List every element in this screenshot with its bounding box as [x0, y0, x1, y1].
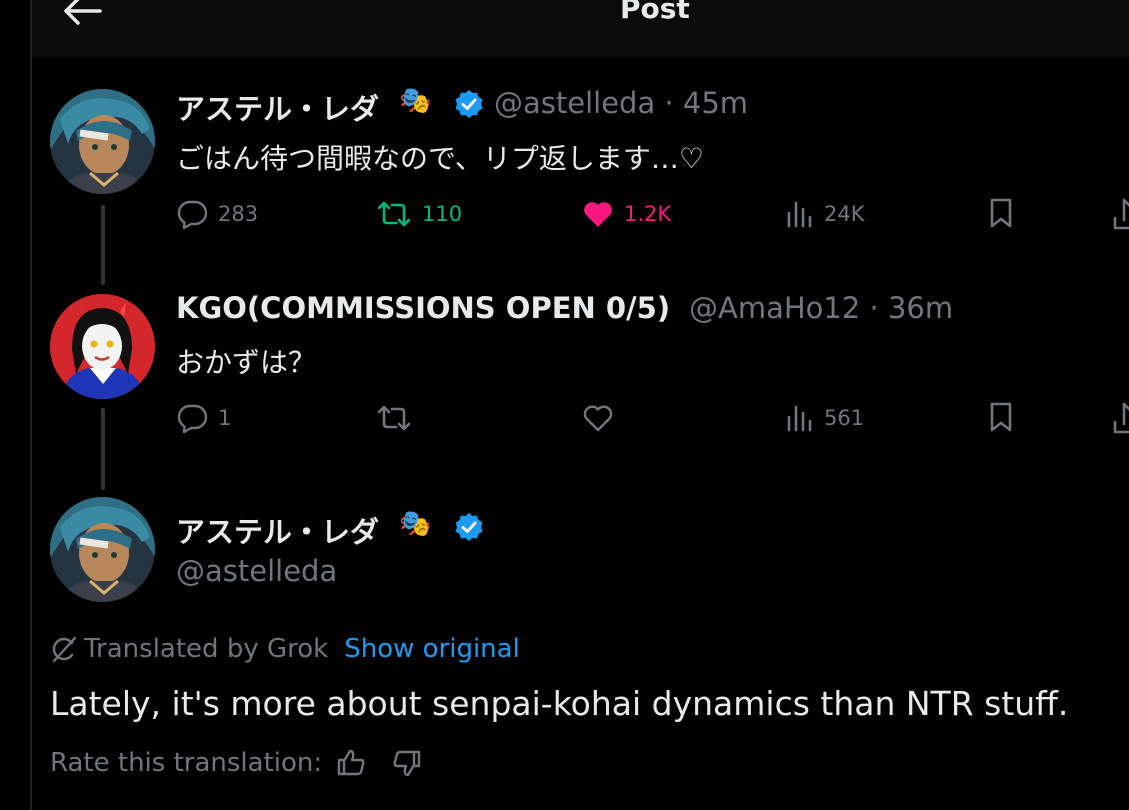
page-title: Post — [620, 0, 690, 25]
thumbs-down-icon[interactable] — [392, 748, 422, 778]
post-handle-time: @AmaHo12 · 36m — [689, 291, 953, 325]
show-original-link[interactable]: Show original — [344, 634, 520, 664]
bookmark-icon[interactable] — [988, 401, 1014, 433]
repost-button[interactable]: 110 — [376, 199, 462, 229]
views-icon — [787, 405, 812, 432]
display-name[interactable]: アステル・レダ — [176, 86, 379, 128]
like-icon — [584, 202, 612, 227]
timestamp[interactable]: 45m — [683, 86, 748, 120]
handle[interactable]: @astelleda — [494, 86, 655, 120]
reply-count: 283 — [218, 202, 259, 226]
views-button[interactable]: 24K — [786, 199, 865, 229]
separator: · — [655, 86, 683, 120]
view-count: 561 — [824, 406, 865, 430]
display-name[interactable]: アステル・レダ — [176, 509, 379, 551]
translated-by-label: Translated by Grok — [84, 634, 329, 664]
translated-post-text: Lately, it's more about senpai-kohai dyn… — [50, 684, 1069, 723]
verified-badge-icon[interactable] — [454, 89, 484, 119]
share-icon[interactable] — [1112, 196, 1129, 232]
handle[interactable]: @AmaHo12 — [689, 291, 860, 325]
bookmark-icon[interactable] — [988, 197, 1014, 229]
rate-translation-label: Rate this translation: — [50, 748, 323, 778]
avatar[interactable] — [50, 294, 155, 399]
theater-masks-icon: 🎭 — [399, 86, 432, 116]
reply-icon — [177, 404, 208, 433]
share-icon[interactable] — [1112, 400, 1129, 436]
top-header — [32, 0, 1129, 57]
like-button[interactable]: 1.2K — [582, 199, 671, 229]
thread-line — [101, 408, 105, 490]
translation-bar: Translated by Grok Show original — [50, 634, 520, 664]
repost-count: 110 — [422, 202, 463, 226]
back-arrow-icon — [64, 0, 102, 25]
reply-count: 1 — [218, 406, 232, 430]
view-count: 24K — [824, 202, 865, 226]
like-button[interactable] — [582, 403, 624, 433]
rate-translation-row: Rate this translation: — [50, 748, 422, 778]
left-border — [30, 0, 32, 810]
thumbs-up-icon[interactable] — [336, 748, 366, 778]
like-count: 1.2K — [624, 202, 672, 226]
post-text: おかずは？ — [176, 346, 317, 379]
post-text: ごはん待つ間暇なので、リプ返します…♡ — [176, 142, 704, 175]
reply-button[interactable]: 283 — [176, 199, 258, 229]
grok-icon — [52, 636, 77, 663]
verified-badge-icon[interactable] — [454, 512, 484, 542]
post-handle-time: @astelleda · 45m — [494, 86, 748, 120]
back-button[interactable] — [60, 0, 104, 32]
like-icon — [583, 405, 613, 432]
avatar[interactable] — [50, 497, 155, 602]
repost-icon — [377, 201, 411, 227]
views-icon — [787, 201, 812, 228]
separator: · — [860, 291, 888, 325]
repost-button[interactable] — [376, 403, 422, 433]
handle[interactable]: @astelleda — [176, 554, 337, 588]
avatar-astelleda-image — [50, 89, 155, 194]
reply-button[interactable]: 1 — [176, 403, 231, 433]
display-name[interactable]: KGO(COMMISSIONS OPEN 0/5) — [176, 291, 670, 325]
timestamp[interactable]: 36m — [888, 291, 953, 325]
avatar-astelleda-image — [50, 497, 155, 602]
repost-icon — [377, 405, 411, 431]
avatar-amaho12-image — [50, 294, 155, 399]
views-button[interactable]: 561 — [786, 403, 864, 433]
reply-icon — [177, 200, 208, 229]
thread-line — [101, 205, 105, 285]
avatar[interactable] — [50, 89, 155, 194]
theater-masks-icon: 🎭 — [399, 509, 432, 539]
